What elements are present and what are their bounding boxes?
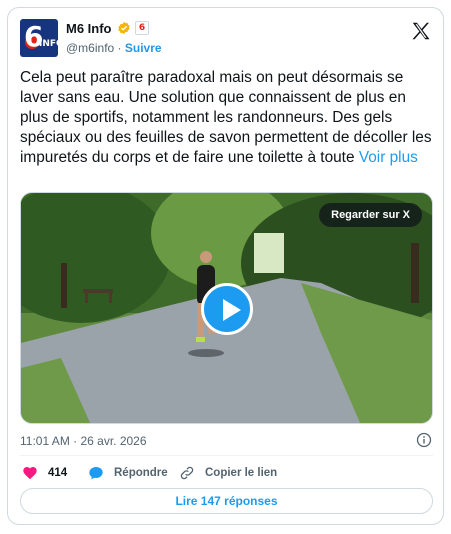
post-text: Cela peut paraître paradoxal mais on peu… bbox=[20, 68, 434, 168]
see-more-link[interactable]: Voir plus bbox=[359, 149, 418, 166]
play-button-icon[interactable] bbox=[201, 283, 253, 335]
handle-separator: · bbox=[114, 41, 125, 55]
follow-button[interactable]: Suivre bbox=[125, 41, 162, 55]
watch-on-x-button[interactable]: Regarder sur X bbox=[319, 203, 422, 227]
verified-badge-icon bbox=[118, 21, 130, 35]
heart-icon bbox=[23, 467, 37, 480]
divider bbox=[20, 455, 433, 456]
avatar-info-text: INFO bbox=[39, 39, 58, 49]
reply-button[interactable]: Répondre bbox=[88, 463, 168, 483]
author-name[interactable]: M6 Info bbox=[66, 21, 112, 36]
read-replies-button[interactable]: Lire 147 réponses bbox=[20, 488, 433, 514]
reply-label: Répondre bbox=[114, 467, 168, 479]
copy-link-label: Copier le lien bbox=[205, 467, 278, 479]
info-icon[interactable] bbox=[416, 432, 432, 448]
link-icon bbox=[180, 466, 194, 480]
like-count: 414 bbox=[48, 467, 68, 479]
post-timestamp[interactable]: 11:01 AM · 26 avr. 2026 bbox=[20, 434, 147, 448]
handle-row: @m6info · Suivre bbox=[66, 41, 162, 55]
x-logo-icon[interactable] bbox=[410, 20, 432, 42]
copy-link-button[interactable]: Copier le lien bbox=[179, 463, 277, 483]
affiliate-label-icon: 6 bbox=[135, 21, 149, 35]
avatar[interactable]: 6 INFO bbox=[20, 19, 58, 57]
author-handle[interactable]: @m6info bbox=[66, 41, 114, 55]
like-button[interactable]: 414 bbox=[22, 463, 67, 483]
reply-bubble-icon bbox=[89, 467, 103, 480]
video-player[interactable]: Regarder sur X bbox=[20, 192, 433, 424]
embedded-post-card: 6 INFO M6 Info 6 @m6info · Suivre Cela p… bbox=[7, 7, 444, 525]
